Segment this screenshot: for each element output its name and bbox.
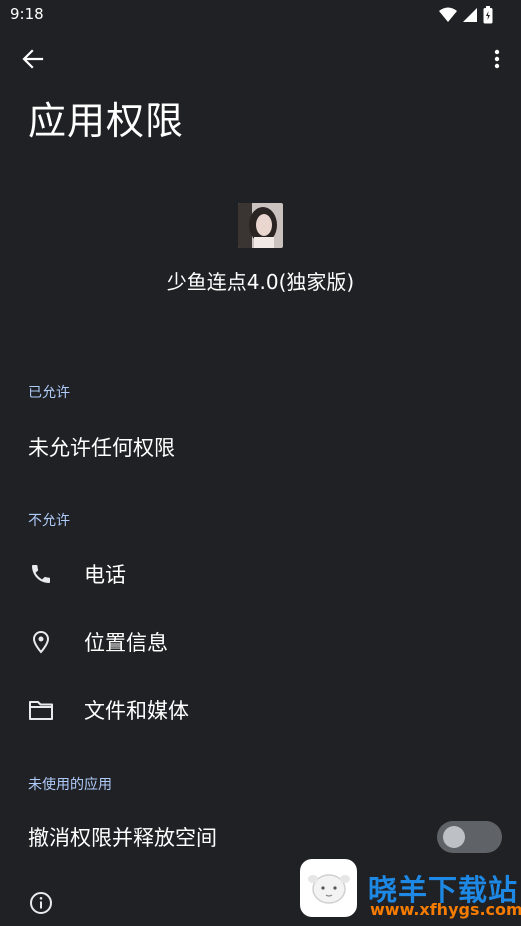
revoke-permissions-toggle[interactable] — [437, 821, 502, 853]
permission-label-files: 文件和媒体 — [84, 699, 189, 723]
revoke-permissions-label: 撤消权限并释放空间 — [28, 826, 217, 850]
page-title: 应用权限 — [28, 99, 185, 143]
permission-label-location: 位置信息 — [84, 631, 168, 655]
revoke-permissions-row[interactable]: 撤消权限并释放空间 — [0, 807, 521, 867]
watermark-logo — [300, 859, 357, 917]
permission-row-files[interactable]: 文件和媒体 — [0, 680, 521, 740]
no-permissions-text: 未允许任何权限 — [28, 436, 175, 460]
watermark-url: www.xfhygs.com — [370, 900, 521, 919]
toggle-knob — [443, 826, 465, 848]
allowed-section-header: 已允许 — [28, 385, 70, 401]
info-icon — [28, 890, 54, 916]
app-icon — [238, 203, 283, 248]
denied-section-header: 不允许 — [28, 513, 70, 529]
folder-icon — [28, 697, 54, 723]
phone-icon — [28, 561, 54, 587]
location-pin-icon — [28, 629, 54, 655]
battery-icon — [483, 6, 493, 28]
signal-icon — [463, 7, 477, 27]
status-bar: 9:18 — [0, 0, 521, 30]
unused-apps-section-header: 未使用的应用 — [28, 777, 112, 793]
app-name: 少鱼连点4.0(独家版) — [166, 270, 355, 294]
arrow-back-icon — [22, 48, 44, 74]
more-options-button[interactable] — [485, 44, 509, 78]
status-icons — [439, 6, 493, 28]
app-header: 少鱼连点4.0(独家版) — [0, 203, 521, 295]
permission-row-phone[interactable]: 电话 — [0, 544, 521, 604]
status-time: 9:18 — [10, 5, 44, 23]
permission-row-location[interactable]: 位置信息 — [0, 612, 521, 672]
back-button[interactable] — [16, 44, 50, 78]
top-app-bar — [0, 36, 521, 84]
permission-label-phone: 电话 — [84, 563, 126, 587]
more-vert-icon — [494, 49, 500, 73]
no-permissions-row: 未允许任何权限 — [0, 417, 521, 477]
wifi-icon — [439, 7, 457, 27]
watermark: 晓羊下载站 www.xfhygs.com — [300, 859, 521, 919]
